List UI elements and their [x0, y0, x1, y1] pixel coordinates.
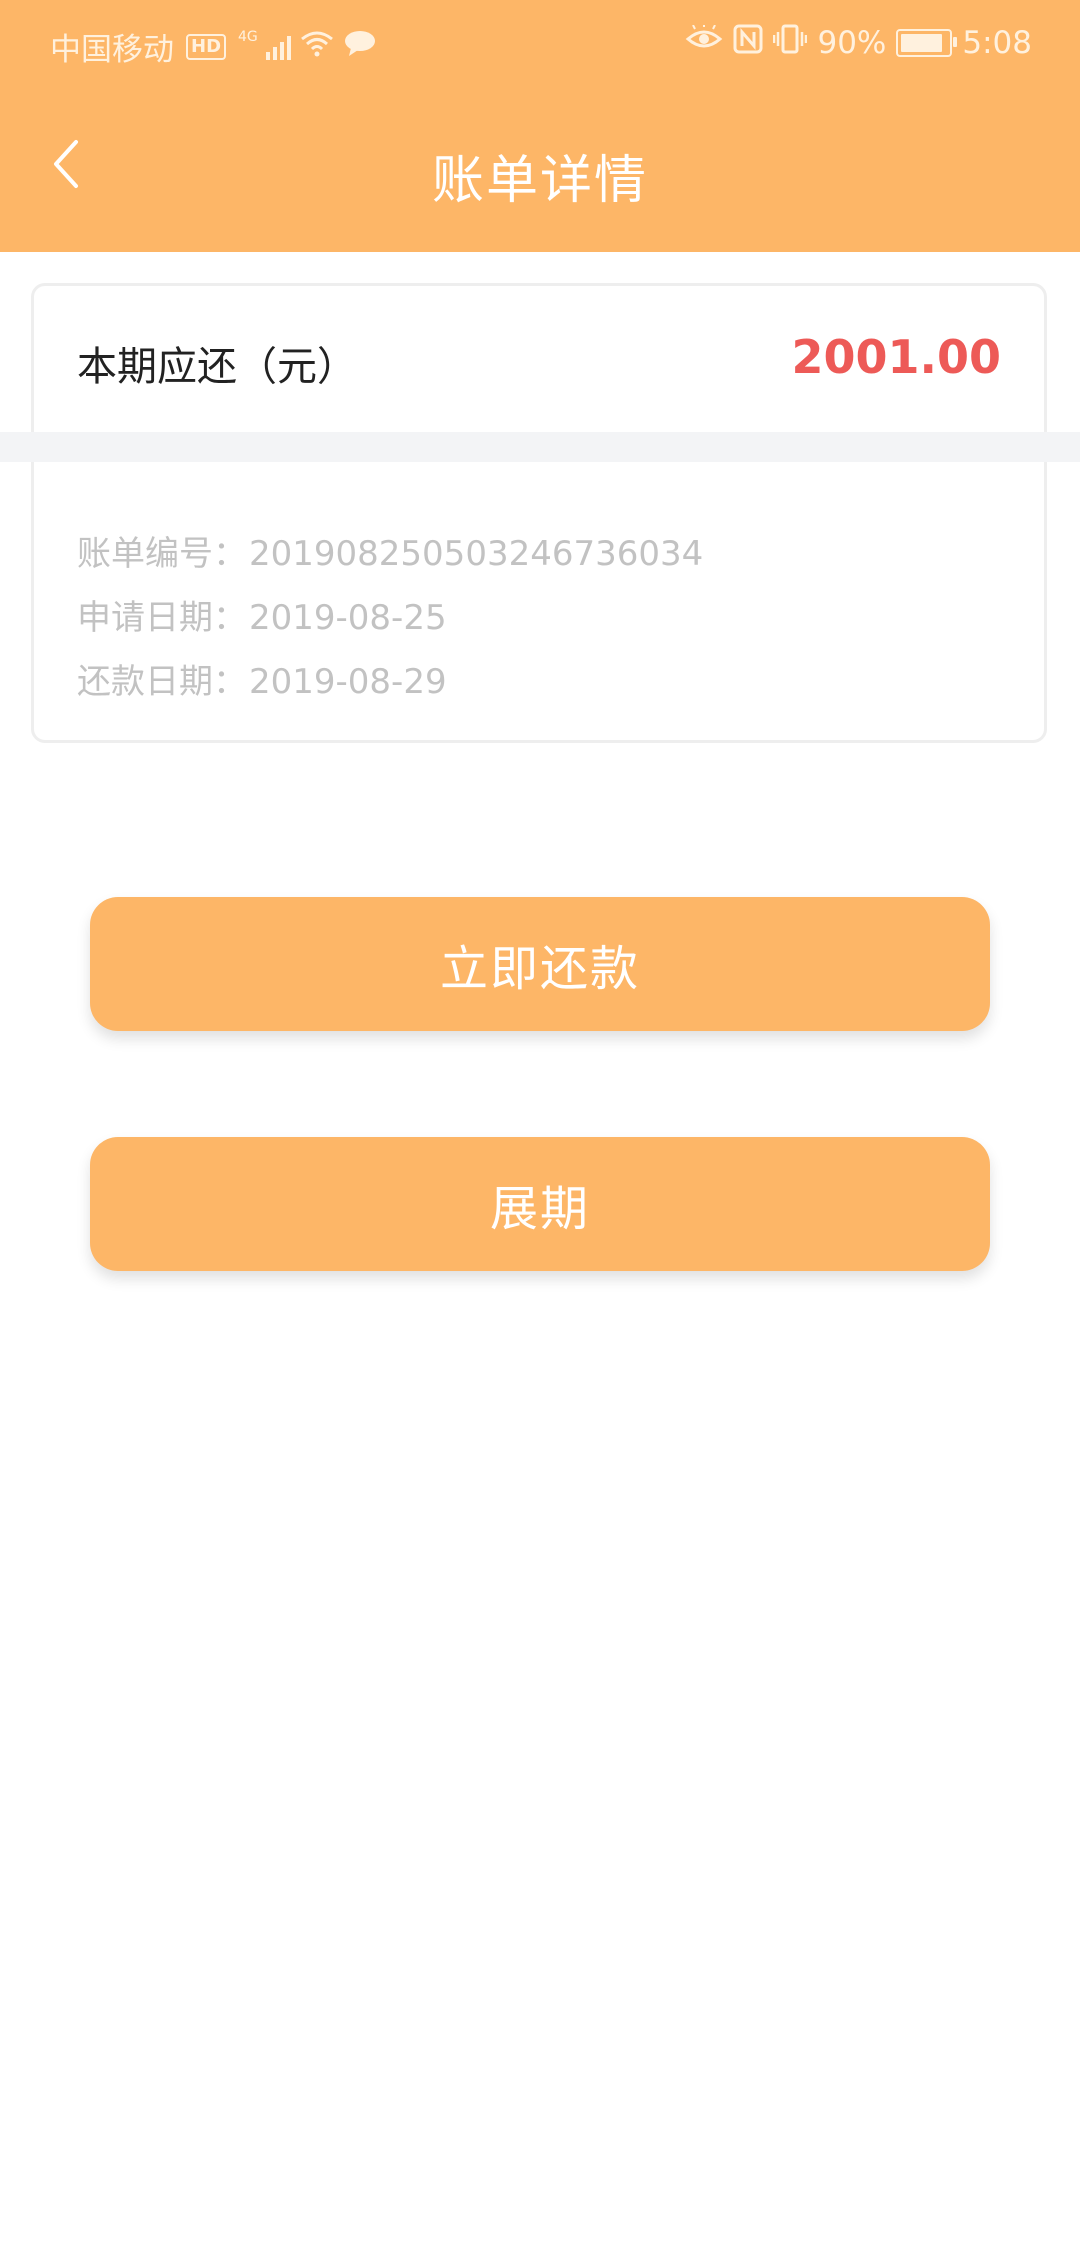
signal-icon: [265, 34, 291, 60]
app-header: 中国移动 HD 4G 90% 5:08 账单详情: [0, 0, 1080, 252]
repay-date-row: 还款日期：2019-08-29: [77, 650, 703, 714]
bill-number-row: 账单编号：201908250503246736034: [77, 522, 703, 586]
title-bar: 账单详情: [0, 88, 1080, 252]
due-amount-value: 2001.00: [791, 330, 1001, 384]
message-icon: [343, 29, 377, 65]
bill-number-value: 201908250503246736034: [249, 534, 704, 574]
bill-card: 本期应还（元） 2001.00 账单编号：2019082505032467360…: [31, 283, 1047, 743]
page-title: 账单详情: [431, 151, 648, 211]
eye-comfort-icon: [685, 23, 723, 61]
extend-button[interactable]: 展期: [90, 1137, 990, 1271]
apply-date-value: 2019-08-25: [249, 598, 447, 638]
repay-now-button[interactable]: 立即还款: [90, 897, 990, 1031]
status-time: 5:08: [962, 25, 1032, 61]
apply-date-label: 申请日期：: [77, 598, 247, 638]
network-type-label: 4G: [238, 28, 258, 45]
hd-badge: HD: [186, 33, 227, 60]
bill-number-label: 账单编号：: [77, 534, 247, 574]
carrier-name: 中国移动: [50, 32, 174, 68]
bill-detail-list: 账单编号：201908250503246736034 申请日期：2019-08-…: [77, 522, 703, 714]
wifi-icon: [299, 29, 335, 65]
repay-date-label: 还款日期：: [77, 662, 247, 702]
due-amount-label: 本期应还（元）: [77, 344, 357, 390]
status-bar: 中国移动 HD 4G 90% 5:08: [0, 0, 1080, 88]
nfc-icon: [733, 24, 763, 62]
section-divider: [0, 432, 1080, 462]
due-amount-row: 本期应还（元） 2001.00: [34, 286, 1044, 434]
status-bar-left: 中国移动 HD 4G: [50, 24, 377, 69]
battery-percent: 90%: [817, 25, 887, 61]
status-bar-right: 90% 5:08: [685, 23, 1032, 62]
battery-icon: [896, 29, 958, 57]
repay-date-value: 2019-08-29: [249, 662, 447, 702]
vibrate-icon: [773, 24, 808, 62]
bill-detail-page: 中国移动 HD 4G 90% 5:08 账单详情 本期应还（元） 2001.00…: [0, 0, 1080, 2244]
apply-date-row: 申请日期：2019-08-25: [77, 586, 703, 650]
